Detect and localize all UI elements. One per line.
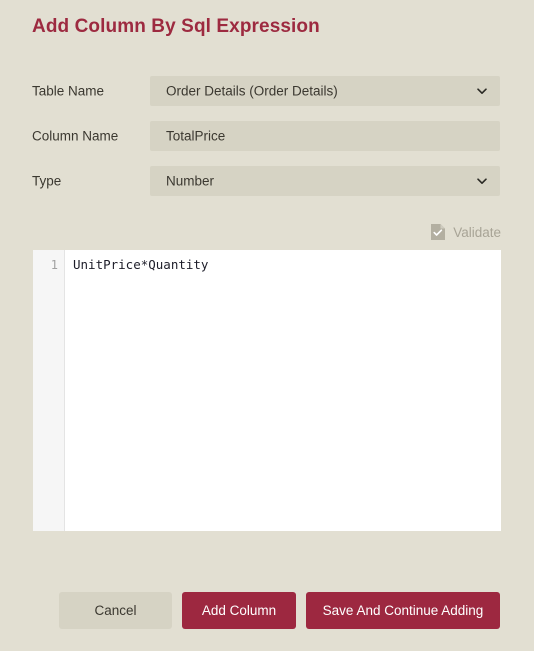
sql-expression-editor[interactable]: 1 UnitPrice*Quantity <box>33 250 501 531</box>
code-line: UnitPrice*Quantity <box>73 257 209 272</box>
table-name-value: Order Details (Order Details) <box>166 83 338 98</box>
validate-button[interactable]: Validate <box>430 219 501 245</box>
editor-code-area[interactable]: UnitPrice*Quantity <box>65 250 501 531</box>
page-title: Add Column By Sql Expression <box>32 16 320 37</box>
type-select[interactable]: Number <box>150 165 500 196</box>
editor-gutter: 1 <box>33 250 65 531</box>
dialog-footer: Cancel Add Column Save And Continue Addi… <box>0 592 534 629</box>
type-label: Type <box>32 173 62 188</box>
add-column-dialog: Add Column By Sql Expression Table Name … <box>0 0 534 651</box>
save-and-continue-adding-button[interactable]: Save And Continue Adding <box>306 592 500 629</box>
form-fields: Table Name Order Details (Order Details)… <box>0 68 534 203</box>
document-check-icon <box>430 223 446 241</box>
column-name-value: TotalPrice <box>166 128 226 143</box>
chevron-down-icon <box>476 175 488 187</box>
form-row-table-name: Table Name Order Details (Order Details) <box>0 68 534 113</box>
column-name-input[interactable]: TotalPrice <box>150 120 500 151</box>
chevron-down-icon <box>476 85 488 97</box>
cancel-button[interactable]: Cancel <box>59 592 172 629</box>
validate-bar: Validate <box>0 219 534 245</box>
form-row-type: Type Number <box>0 158 534 203</box>
type-value: Number <box>166 173 215 188</box>
validate-label: Validate <box>453 224 501 240</box>
line-number: 1 <box>50 258 58 272</box>
add-column-button[interactable]: Add Column <box>182 592 296 629</box>
table-name-label: Table Name <box>32 83 105 98</box>
table-name-select[interactable]: Order Details (Order Details) <box>150 75 500 106</box>
column-name-label: Column Name <box>32 128 119 143</box>
form-row-column-name: Column Name TotalPrice <box>0 113 534 158</box>
